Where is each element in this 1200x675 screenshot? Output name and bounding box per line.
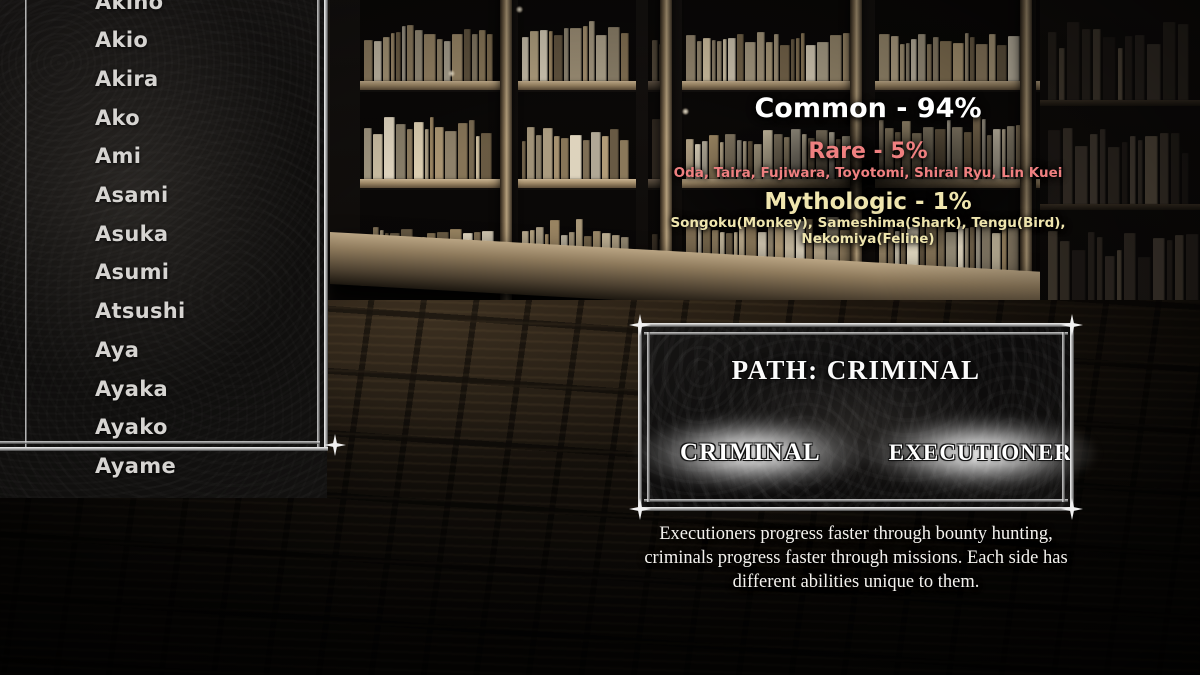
rarity-rare-entries: Oda, Taira, Fujiwara, Toyotomi, Shirai R…	[673, 164, 1063, 181]
light-glint	[516, 6, 523, 13]
path-description-text: Executioners progress faster through bou…	[644, 524, 1068, 593]
name-list-item[interactable]: Atsushi	[95, 299, 186, 323]
name-list-item[interactable]: Asumi	[95, 260, 169, 284]
clan-rarity-info: Common - 94% Rare - 5% Oda, Taira, Fujiw…	[648, 92, 1088, 254]
path-panel-title: PATH: CRIMINAL	[731, 355, 981, 385]
name-list-item[interactable]: Asami	[95, 183, 169, 207]
name-list-item[interactable]: Ami	[95, 144, 141, 168]
right-bookcase-row	[1048, 18, 1194, 100]
path-choice-executioner[interactable]: EXECUTIONER	[855, 418, 1106, 488]
name-list-scroll-area[interactable]: Akiho Akio Akira Ako Ami Asami Asuka Asumi Atsus…	[0, 0, 336, 506]
rarity-mythologic-heading: Mythologic - 1%	[764, 189, 972, 216]
name-list-item[interactable]: Akio	[95, 28, 148, 52]
name-list-item[interactable]: Ako	[95, 106, 140, 130]
path-choice-executioner-label: EXECUTIONER	[888, 440, 1073, 465]
name-list-item[interactable]: Ayaka	[95, 377, 168, 401]
light-glint	[448, 70, 455, 77]
path-selection-panel[interactable]: PATH: CRIMINAL CRIMINAL EXECUTIONER	[628, 313, 1084, 521]
name-list-item[interactable]: Asuka	[95, 222, 168, 246]
name-list-item[interactable]: Akiho	[95, 0, 163, 14]
path-choice-row: CRIMINAL EXECUTIONER	[646, 411, 1071, 495]
name-list-item[interactable]: Aya	[95, 338, 139, 362]
rarity-rare-heading: Rare - 5%	[808, 139, 928, 165]
rarity-common-heading: Common - 94%	[754, 93, 982, 124]
path-choice-criminal[interactable]: CRIMINAL	[646, 417, 855, 489]
name-list-item[interactable]: Ayako	[95, 415, 168, 439]
name-list-item[interactable]: Ayame	[95, 454, 176, 478]
name-list-panel[interactable]: Akiho Akio Akira Ako Ami Asami Asuka Asumi Atsus…	[0, 0, 346, 506]
path-choice-criminal-label: CRIMINAL	[680, 439, 821, 466]
game-screen: Akiho Akio Akira Ako Ami Asami Asuka Asumi Atsus…	[0, 0, 1200, 675]
rarity-mythologic-entries: Songoku(Monkey), Sameshima(Shark), Tengu…	[670, 215, 1066, 247]
name-list-item[interactable]: Akira	[95, 67, 158, 91]
